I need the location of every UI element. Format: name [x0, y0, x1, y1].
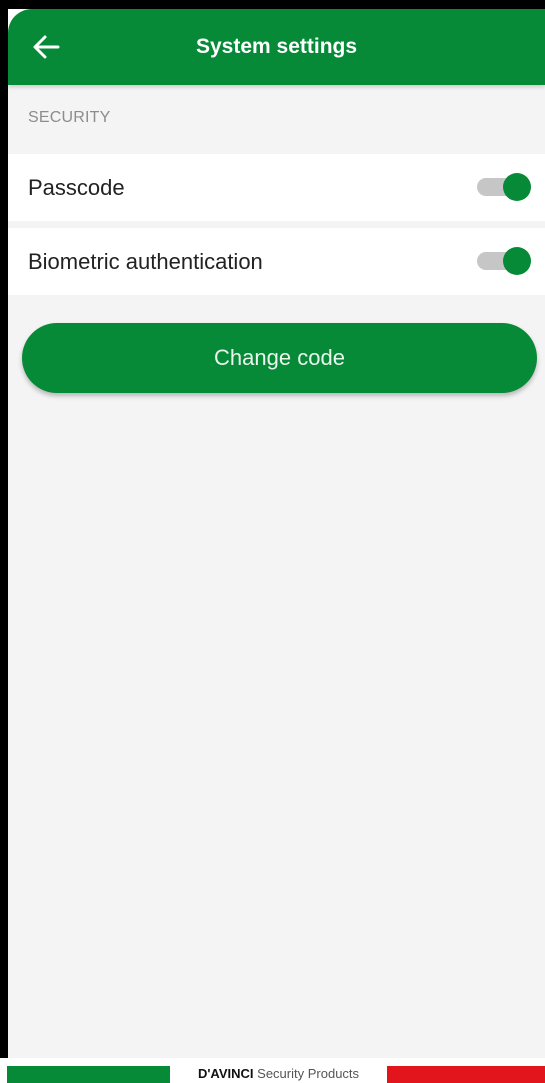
flag-green-stripe: [7, 1066, 170, 1083]
arrow-left-icon: [33, 35, 60, 59]
biometric-label: Biometric authentication: [28, 249, 263, 274]
back-button[interactable]: [22, 25, 70, 69]
app-bar: System settings: [8, 9, 545, 85]
biometric-setting-row: Biometric authentication: [8, 228, 545, 295]
passcode-setting-row: Passcode: [8, 154, 545, 221]
biometric-toggle[interactable]: [477, 247, 531, 275]
brand-tagline: Security Products: [257, 1066, 360, 1081]
device-left-edge: [0, 0, 8, 1058]
brand-footer: D'AVINCI Security Products: [0, 1058, 545, 1083]
security-section-header: SECURITY: [28, 109, 111, 126]
brand-logo: D'AVINCI Security Products: [170, 1064, 387, 1083]
biometric-toggle-thumb: [503, 247, 531, 275]
page-title: System settings: [195, 35, 358, 58]
passcode-toggle[interactable]: [477, 173, 531, 201]
passcode-toggle-thumb: [503, 173, 531, 201]
change-code-button[interactable]: Change code: [22, 323, 537, 393]
device-top-edge: [0, 0, 545, 9]
phone-frame: System settings SECURITY Passcode Biomet…: [0, 0, 545, 1083]
system-settings-screen: System settings SECURITY Passcode Biomet…: [8, 9, 545, 1058]
passcode-label: Passcode: [28, 175, 125, 200]
brand-name: D'AVINCI: [197, 1066, 254, 1081]
flag-red-stripe: [387, 1066, 545, 1083]
